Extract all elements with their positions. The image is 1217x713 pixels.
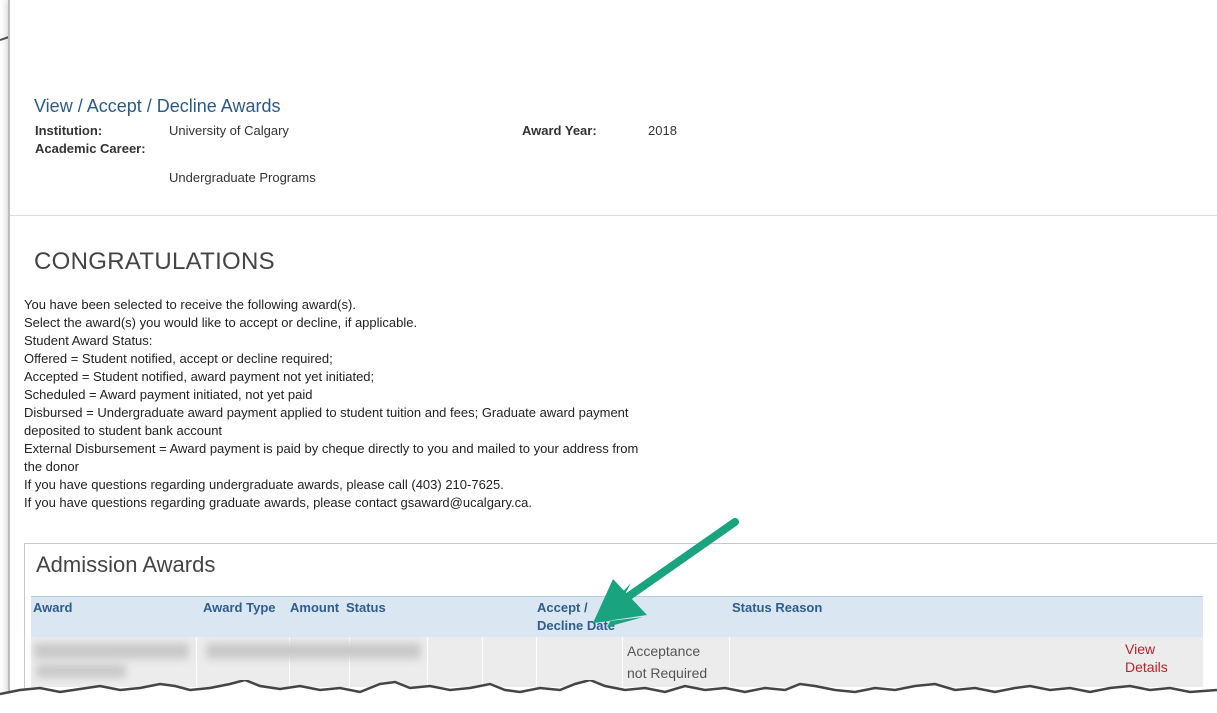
section-divider [10,215,1217,216]
institution-value: University of Calgary [169,123,289,138]
redacted-award-name [34,643,189,659]
congratulations-heading: CONGRATULATIONS [34,248,275,275]
info-line: Offered = Student notified, accept or de… [24,351,333,366]
status-reason-line: Acceptance [627,643,701,659]
info-line: External Disbursement = Award payment is… [24,441,639,456]
info-line: deposited to student bank account [24,423,223,438]
award-year-value: 2018 [648,123,677,138]
view-details-link[interactable]: View [1125,640,1155,658]
torn-edge-bottom [0,680,1217,713]
info-line: Student Award Status: [24,333,153,348]
column-award-type: Award Type [203,600,276,615]
award-info-text: You have been selected to receive the fo… [24,296,794,512]
info-line: the donor [24,459,79,474]
page-title: View / Accept / Decline Awards [34,96,281,116]
info-line: Disbursed = Undergraduate award payment … [24,405,629,420]
annotation-arrow-icon [593,518,739,627]
column-award: Award [33,600,73,615]
info-line: If you have questions regarding undergra… [24,477,504,492]
info-line: Select the award(s) you would like to ac… [24,315,418,330]
institution-label: Institution: [35,123,103,138]
redacted-award-type [206,643,421,659]
column-accept-decline: Accept / [537,600,588,615]
academic-career-label: Academic Career: [35,141,146,156]
column-status: Status [346,600,386,615]
column-amount: Amount [290,600,340,615]
view-details-link[interactable]: Details [1125,658,1168,676]
info-line: Scheduled = Award payment initiated, not… [24,387,313,402]
info-line: You have been selected to receive the fo… [24,297,356,312]
info-line: If you have questions regarding graduate… [24,495,532,510]
academic-career-value: Undergraduate Programs [169,170,316,185]
column-status-reason: Status Reason [732,600,823,615]
redacted-award-name [36,664,126,678]
admission-awards-title: Admission Awards [36,552,216,577]
award-year-label: Award Year: [522,123,597,138]
info-line: Accepted = Student notified, award payme… [24,369,375,384]
